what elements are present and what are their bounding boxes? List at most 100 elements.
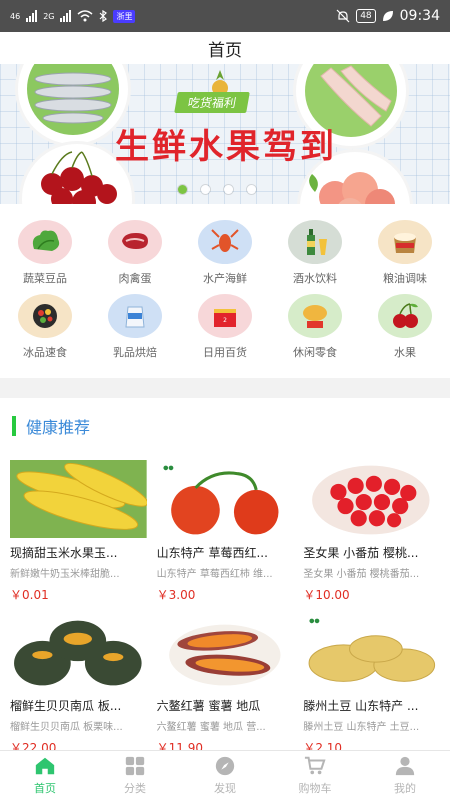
svg-text:2: 2 (223, 317, 227, 324)
category-item[interactable]: 水果 (360, 294, 450, 360)
product-name: 六鳌红薯 蜜薯 地瓜 (156, 699, 261, 713)
product-card[interactable]: 六鳌红薯 蜜薯 地瓜 六鳌红薯 蜜薯 地瓜 营... ￥11.90 (156, 613, 294, 756)
tab-cart[interactable]: 购物车 (270, 751, 360, 800)
product-card[interactable]: 榴鲜生贝贝南瓜 板... 榴鲜生贝贝南瓜 板栗味... ￥22.00 (10, 613, 147, 756)
tab-profile[interactable]: 我的 (360, 751, 450, 800)
category-item[interactable]: 酒水饮料 (270, 220, 360, 286)
product-image-pumpkin[interactable] (10, 613, 147, 691)
dairy-icon (108, 294, 162, 338)
category-item[interactable]: 肉禽蛋 (90, 220, 180, 286)
profile-icon (394, 755, 416, 780)
product-image-sweet-potato[interactable] (156, 613, 294, 691)
carousel-dot[interactable] (247, 185, 256, 194)
category-item[interactable]: 粮油调味 (360, 220, 450, 286)
page-title-bar: 首页 (0, 32, 450, 64)
tab-label: 首页 (34, 782, 56, 795)
snacks-icon (288, 294, 342, 338)
product-description: 新鲜嫩牛奶玉米棒甜脆... (10, 569, 120, 580)
banner-title: 生鲜水果驾到 (115, 127, 337, 167)
category-label: 肉禽蛋 (118, 272, 152, 285)
drinks-icon (288, 220, 342, 264)
home-icon (34, 755, 56, 780)
svg-text:●●: ●● (309, 618, 320, 625)
daily-goods-icon: 2 (198, 294, 252, 338)
svg-text:●●: ●● (163, 465, 174, 472)
product-name: 现摘甜玉米水果玉... (10, 546, 118, 560)
category-label: 水果 (394, 346, 416, 359)
tab-label: 购物车 (298, 782, 332, 795)
category-label: 乳品烘焙 (113, 346, 157, 359)
carrier-label-2: 2G (43, 11, 55, 21)
product-card[interactable]: 现摘甜玉米水果玉... 新鲜嫩牛奶玉米棒甜脆... ￥0.01 (10, 460, 147, 603)
category-item[interactable]: 休闲零食 (270, 294, 360, 360)
signal-icon-2 (60, 10, 72, 22)
category-label: 水产海鲜 (203, 272, 247, 285)
seafood-icon (198, 220, 252, 264)
product-image-corn[interactable] (10, 460, 147, 538)
mute-icon (336, 9, 350, 23)
product-description: 滕州土豆 山东特产 土豆... (303, 722, 420, 733)
carousel-dot[interactable] (224, 185, 233, 194)
product-price: ￥10.00 (303, 588, 350, 602)
tab-label: 我的 (394, 782, 416, 795)
app-badge: 浙里 (113, 9, 136, 23)
product-grid: 现摘甜玉米水果玉... 新鲜嫩牛奶玉米棒甜脆... ￥0.01 ●● 山东特产 草莓西红… (0, 450, 450, 756)
cart-icon (304, 755, 326, 780)
category-item[interactable]: 乳品烘焙 (90, 294, 180, 360)
carousel-dot[interactable] (201, 185, 210, 194)
carousel-dot[interactable] (178, 185, 187, 194)
product-name: 榴鲜生贝贝南瓜 板... (10, 699, 122, 713)
category-label: 蔬菜豆品 (23, 272, 67, 285)
carousel-indicator[interactable] (178, 185, 256, 194)
category-grid: 蔬菜豆品 肉禽蛋 水产海鲜 酒水饮料 粮油调味冰品速食 乳品烘焙 2 日用百货 休闲零食 水果 (0, 204, 450, 368)
product-image-cherry-tomato[interactable] (303, 460, 440, 538)
product-description: 圣女果 小番茄 樱桃番茄... (303, 569, 420, 580)
product-description: 六鳌红薯 蜜薯 地瓜 营... (156, 722, 266, 733)
carrier-label: 46 (10, 11, 21, 21)
tab-home[interactable]: 首页 (0, 751, 90, 800)
leaf-icon (382, 11, 393, 21)
product-card[interactable]: ●● 山东特产 草莓西红... 山东特产 草莓西红柿 维... ￥3.00 (156, 460, 294, 603)
section-header: 健康推荐 (0, 398, 450, 450)
product-description: 榴鲜生贝贝南瓜 板栗味... (10, 722, 123, 733)
category-item[interactable]: 冰品速食 (0, 294, 90, 360)
vegetable-icon (18, 220, 72, 264)
category-item[interactable]: 水产海鲜 (180, 220, 270, 286)
grain-oil-icon (378, 220, 432, 264)
status-bar: 46 2G 浙里 48 09:34 (0, 0, 450, 32)
product-name: 滕州土豆 山东特产 ... (303, 699, 419, 713)
category-label: 冰品速食 (23, 346, 67, 359)
product-name: 圣女果 小番茄 樱桃... (303, 546, 419, 560)
product-price: ￥3.00 (156, 588, 196, 602)
frozen-food-icon (18, 294, 72, 338)
meat-icon (108, 220, 162, 264)
promo-banner[interactable]: 吃货福利 生鲜水果驾到 (0, 64, 450, 204)
product-description: 山东特产 草莓西红柿 维... (156, 569, 273, 580)
section-divider (0, 378, 450, 398)
discover-icon (214, 755, 236, 780)
product-card[interactable]: ●● 滕州土豆 山东特产 ... 滕州土豆 山东特产 土豆... ￥2.10 (303, 613, 440, 756)
category-label: 粮油调味 (383, 272, 427, 285)
banner-subtitle: 吃货福利 (174, 92, 250, 113)
tab-label: 分类 (124, 782, 146, 795)
category-icon (124, 755, 146, 780)
shrimp-plate-image (18, 64, 128, 144)
product-card[interactable]: 圣女果 小番茄 樱桃... 圣女果 小番茄 樱桃番茄... ￥10.00 (303, 460, 440, 603)
category-label: 酒水饮料 (293, 272, 337, 285)
page-title: 首页 (208, 40, 242, 61)
category-item[interactable]: 2 日用百货 (180, 294, 270, 360)
tab-category[interactable]: 分类 (90, 751, 180, 800)
bluetooth-icon (100, 10, 108, 22)
tab-label: 发现 (214, 782, 236, 795)
fruit-icon (378, 294, 432, 338)
category-item[interactable]: 蔬菜豆品 (0, 220, 90, 286)
tab-discover[interactable]: 发现 (180, 751, 270, 800)
product-image-tomato[interactable]: ●● (156, 460, 294, 538)
battery-icon: 48 (356, 9, 376, 23)
product-image-potato[interactable]: ●● (303, 613, 440, 691)
signal-icon (26, 10, 38, 22)
category-label: 日用百货 (203, 346, 247, 359)
bottom-tab-bar: 首页 分类 发现 购物车 我的 (0, 750, 450, 800)
category-label: 休闲零食 (293, 346, 337, 359)
clock: 09:34 (399, 8, 440, 24)
